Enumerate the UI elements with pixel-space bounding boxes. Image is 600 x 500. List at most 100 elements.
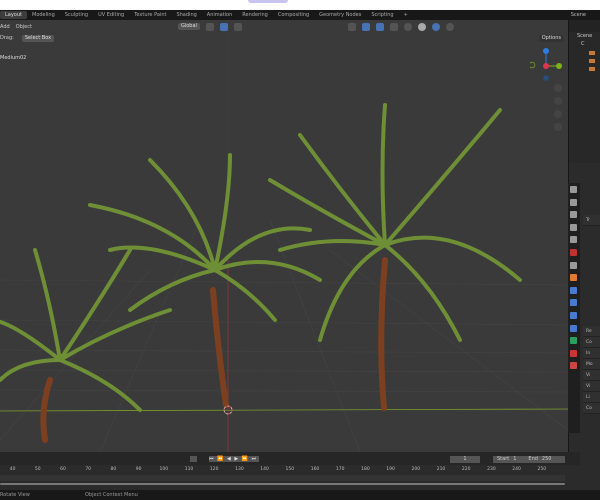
status-rotate-view: Rotate View <box>0 492 30 498</box>
options-dropdown[interactable]: Options <box>538 34 564 42</box>
timeline-tick: 100 <box>159 467 169 472</box>
overlay-toggle-icon[interactable] <box>375 22 384 31</box>
select-mode-dropdown[interactable]: Select Box <box>21 34 55 42</box>
gizmo-toggle-icon[interactable] <box>361 22 370 31</box>
world-tab-icon[interactable] <box>570 248 577 256</box>
y-axis-handle <box>556 63 562 69</box>
shading-solid-icon[interactable] <box>417 22 426 31</box>
add-workspace-button[interactable]: + <box>399 11 413 19</box>
visibility-icon[interactable] <box>347 22 356 31</box>
tab-sculpting[interactable]: Sculpting <box>60 11 93 19</box>
render-tab-icon[interactable] <box>570 198 577 206</box>
timeline-tick: 90 <box>135 467 142 472</box>
material-tab-icon[interactable] <box>570 349 577 357</box>
camera-icon <box>554 110 562 118</box>
grid-floor <box>0 20 568 452</box>
texture-tab-icon[interactable] <box>570 362 577 370</box>
xray-icon[interactable] <box>389 22 398 31</box>
timeline-tick: 80 <box>110 467 117 472</box>
menu-object[interactable]: Object <box>16 24 32 30</box>
section-relations[interactable]: Re <box>583 326 600 337</box>
tab-layout[interactable]: Layout <box>0 11 27 19</box>
record-button[interactable] <box>190 456 197 462</box>
physics-tab-icon[interactable] <box>570 311 577 319</box>
tab-texture-paint[interactable]: Texture Paint <box>129 11 171 19</box>
timeline-tick: 210 <box>436 467 446 472</box>
section-custom-properties[interactable]: Co <box>583 403 600 414</box>
current-frame-field[interactable]: 1 <box>450 456 480 463</box>
proportional-edit-icon[interactable] <box>233 22 242 31</box>
timeline-tick: 230 <box>487 467 496 472</box>
tab-scripting[interactable]: Scripting <box>366 11 398 19</box>
constraints-tab-icon[interactable] <box>570 324 577 332</box>
timeline-tick: 110 <box>184 467 194 472</box>
3d-viewport[interactable] <box>0 20 568 452</box>
mesh-object-icon[interactable] <box>589 59 595 63</box>
start-label: Start <box>497 456 510 462</box>
mesh-object-icon[interactable] <box>589 67 595 71</box>
start-frame-field[interactable]: 1 <box>513 456 516 463</box>
status-bar: Rotate View Object Context Menu <box>0 490 600 500</box>
x-axis-handle <box>543 63 549 69</box>
status-context-menu: Object Context Menu <box>85 492 138 498</box>
workspace-tabs: Layout Modeling Sculpting UV Editing Tex… <box>0 10 600 20</box>
section-instancing[interactable]: In <box>583 348 600 359</box>
section-line-art[interactable]: Li <box>583 392 600 403</box>
section-visibility[interactable]: Vi <box>583 370 600 381</box>
tab-modeling[interactable]: Modeling <box>27 11 60 19</box>
timeline-tick: 40 <box>9 467 16 472</box>
shading-wireframe-icon[interactable] <box>403 22 412 31</box>
pivot-icon[interactable] <box>205 22 214 31</box>
tab-uv-editing[interactable]: UV Editing <box>93 11 129 19</box>
section-transform[interactable]: Tr <box>583 215 600 226</box>
timeline-tick: 250 <box>537 467 547 472</box>
tab-geometry-nodes[interactable]: Geometry Nodes <box>314 11 366 19</box>
timeline-header: ⏮ ⏪ ◀ ▶ ⏩ ⏭ 1 Start 1 End 250 <box>0 452 580 465</box>
timeline-tick: 150 <box>285 467 295 472</box>
section-viewport-display[interactable]: Vi <box>583 381 600 392</box>
tool-tab-icon[interactable] <box>570 186 577 193</box>
view-layer-tab-icon[interactable] <box>570 223 577 231</box>
timeline-tick: 130 <box>235 467 244 472</box>
object-tab-icon[interactable] <box>570 274 577 282</box>
scene-selector[interactable]: Scene <box>571 10 600 20</box>
tab-compositing[interactable]: Compositing <box>273 11 314 19</box>
playback-controls[interactable]: ⏮ ⏪ ◀ ▶ ⏩ ⏭ <box>209 456 259 462</box>
shading-material-icon[interactable] <box>431 22 440 31</box>
modifier-tab-icon[interactable] <box>570 286 577 294</box>
menu-add[interactable]: Add <box>0 24 10 30</box>
window-indicator <box>248 0 288 3</box>
timeline-tick: 240 <box>512 467 521 472</box>
shading-rendered-icon[interactable] <box>445 22 454 31</box>
pan-hand-icon <box>554 97 562 105</box>
section-motion-paths[interactable]: Mo <box>583 359 600 370</box>
outliner-scene[interactable]: Scene <box>569 32 600 40</box>
timeline-tick: 70 <box>85 467 92 472</box>
snap-icon[interactable] <box>219 22 228 31</box>
z-axis-handle <box>543 48 549 54</box>
timeline-tick: 60 <box>60 467 66 472</box>
tab-rendering[interactable]: Rendering <box>237 11 273 19</box>
tool-settings: Drag: Select Box Options <box>0 33 568 43</box>
data-tab-icon[interactable] <box>570 337 577 345</box>
outliner-collection[interactable]: C <box>569 40 600 48</box>
scene-tab-icon[interactable] <box>570 236 577 244</box>
transform-orientation[interactable]: Global <box>177 23 200 30</box>
timeline-tick: 120 <box>209 467 219 472</box>
timeline-tick: 190 <box>386 467 395 472</box>
tab-shading[interactable]: Shading <box>171 11 201 19</box>
outliner[interactable]: Scene C <box>568 20 600 163</box>
navigation-gizmo[interactable] <box>530 45 565 175</box>
timeline-tick: 200 <box>411 467 421 472</box>
output-tab-icon[interactable] <box>570 211 577 219</box>
timeline-track[interactable] <box>0 475 565 481</box>
timeline-tick: 140 <box>260 467 269 472</box>
particles-tab-icon[interactable] <box>570 299 577 307</box>
section-collections[interactable]: Co <box>583 337 600 348</box>
timeline-scrollbar[interactable] <box>0 483 565 485</box>
end-frame-field[interactable]: 250 <box>542 456 552 463</box>
tab-animation[interactable]: Animation <box>202 11 238 19</box>
collection-tab-icon[interactable] <box>570 261 577 269</box>
palm-trunks <box>40 257 388 443</box>
mesh-object-icon[interactable] <box>589 51 595 55</box>
